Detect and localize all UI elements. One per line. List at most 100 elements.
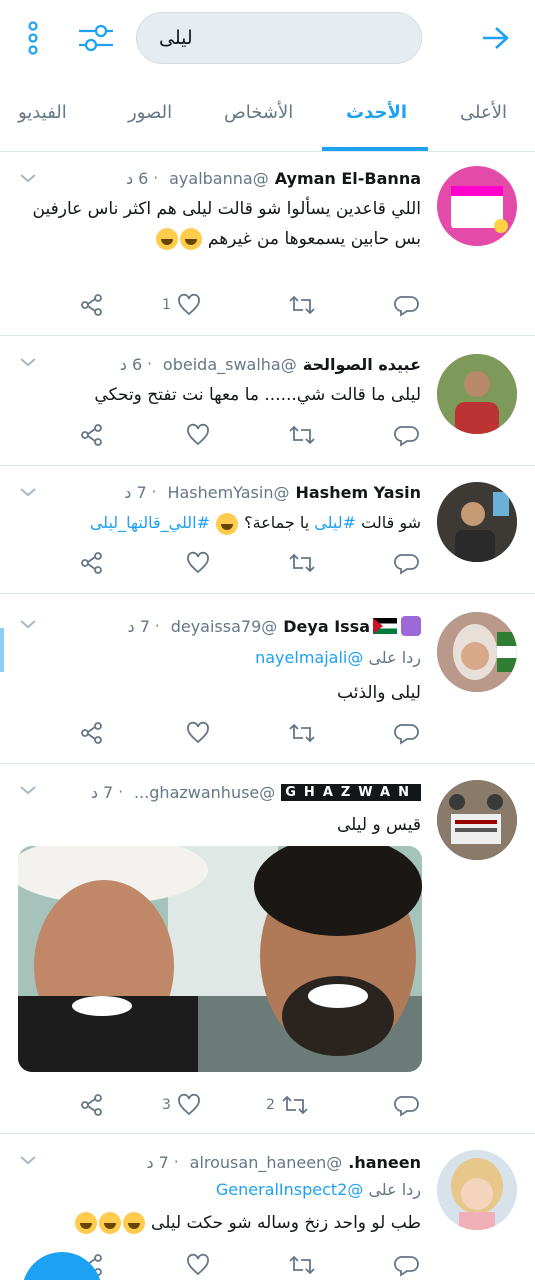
tweet[interactable]: عبيده الصوالحة @obeida_swalha · 6 د ليلى… bbox=[0, 336, 535, 466]
like-button[interactable]: 1 bbox=[162, 290, 201, 320]
top-bar: ليلى bbox=[0, 0, 535, 78]
chevron-down-icon[interactable] bbox=[18, 780, 38, 800]
tweet-header: GHAZWAN @ghazwanhuse... · 7 د bbox=[14, 778, 421, 806]
timestamp: 7 د bbox=[124, 482, 147, 502]
author-handle[interactable]: @obeida_swalha bbox=[163, 355, 297, 374]
tweet[interactable]: Deya Issa @deyaissa79 · 7 د ردا على @nay… bbox=[0, 594, 535, 764]
tab-videos[interactable]: الفيديو bbox=[18, 102, 67, 123]
search-tabs: الأعلى الأحدث الأشخاص الصور الفيديو bbox=[0, 90, 535, 152]
avatar[interactable] bbox=[437, 780, 517, 860]
avatar[interactable] bbox=[437, 166, 517, 246]
like-count: 3 bbox=[162, 1097, 171, 1113]
tweet-actions bbox=[0, 548, 535, 578]
tweet-header: عبيده الصوالحة @obeida_swalha · 6 د bbox=[14, 350, 421, 378]
tweet-header: haneen. @alrousan_haneen · 7 د bbox=[14, 1148, 421, 1176]
author-name[interactable]: Ayman El-Banna bbox=[275, 169, 421, 188]
tweet-text: ليلى والذئب bbox=[337, 683, 421, 703]
laughing-emoji-icon bbox=[179, 228, 202, 250]
retweet-icon[interactable] bbox=[288, 420, 316, 450]
reply-icon[interactable] bbox=[394, 548, 420, 578]
back-arrow-icon[interactable] bbox=[477, 18, 513, 58]
reply-icon[interactable] bbox=[394, 718, 420, 748]
tweet-actions: 1 bbox=[0, 290, 535, 320]
more-options-icon[interactable] bbox=[18, 18, 48, 58]
unread-indicator bbox=[0, 628, 4, 672]
tweet-actions bbox=[0, 718, 535, 748]
author-handle[interactable]: @HashemYasin bbox=[167, 483, 289, 502]
heart-icon bbox=[187, 551, 209, 574]
avatar[interactable] bbox=[437, 1150, 517, 1230]
reply-to-line: ردا على @GeneralInspect2 bbox=[215, 1180, 421, 1199]
chevron-down-icon[interactable] bbox=[18, 482, 38, 502]
retweet-icon[interactable] bbox=[288, 290, 316, 320]
tab-latest[interactable]: الأحدث bbox=[346, 102, 407, 123]
author-name[interactable]: haneen. bbox=[348, 1153, 421, 1172]
laughing-emoji-icon bbox=[216, 512, 239, 535]
retweet-icon bbox=[282, 1095, 308, 1115]
timestamp: 7 د bbox=[146, 1152, 169, 1172]
chevron-down-icon[interactable] bbox=[18, 614, 38, 634]
timestamp: 7 د bbox=[90, 782, 114, 802]
retweet-icon[interactable] bbox=[288, 718, 316, 748]
author-handle[interactable]: @ghazwanhuse... bbox=[134, 783, 275, 802]
retweet-button[interactable]: 2 bbox=[266, 1090, 309, 1120]
search-input[interactable]: ليلى bbox=[136, 12, 422, 64]
separator-dot: · bbox=[118, 783, 123, 801]
tweet-actions bbox=[0, 420, 535, 450]
like-button[interactable]: 3 bbox=[162, 1090, 201, 1120]
author-name[interactable]: Deya Issa bbox=[283, 617, 370, 636]
timestamp: 6 د bbox=[119, 354, 143, 374]
like-button[interactable] bbox=[186, 1250, 210, 1280]
laughing-emoji-icon bbox=[155, 228, 178, 250]
chevron-down-icon[interactable] bbox=[18, 168, 38, 188]
tab-people[interactable]: الأشخاص bbox=[224, 102, 293, 123]
timestamp: 6 د bbox=[125, 168, 149, 188]
retweet-count: 2 bbox=[266, 1097, 275, 1113]
timestamp: 7 د bbox=[127, 616, 150, 636]
tweet[interactable]: Ayman El-Banna @ayalbanna · 6 د اللي قاع… bbox=[0, 152, 535, 336]
tweet-actions: 3 2 bbox=[0, 1090, 535, 1120]
author-name[interactable]: عبيده الصوالحة bbox=[303, 355, 421, 374]
tweet[interactable]: Hashem Yasin @HashemYasin · 7 د شو قالت … bbox=[0, 466, 535, 594]
tab-top[interactable]: الأعلى bbox=[460, 102, 507, 123]
mention-link[interactable]: @GeneralInspect2 bbox=[216, 1180, 364, 1199]
share-icon[interactable] bbox=[80, 548, 104, 578]
chevron-down-icon[interactable] bbox=[18, 1150, 38, 1170]
like-button[interactable] bbox=[186, 548, 210, 578]
tweet-text: ليلى ما قالت شي...... ما معها نت تفتح وت… bbox=[94, 385, 421, 405]
reply-icon[interactable] bbox=[394, 420, 420, 450]
reply-icon[interactable] bbox=[394, 290, 420, 320]
tweet-photo[interactable] bbox=[18, 846, 422, 1072]
tweet-text: شو قالت #ليلى يا جماعة؟ #اللي_قالتها_ليل… bbox=[14, 508, 421, 538]
like-button[interactable] bbox=[186, 420, 210, 450]
avatar[interactable] bbox=[437, 612, 517, 692]
share-icon[interactable] bbox=[80, 290, 104, 320]
chevron-down-icon[interactable] bbox=[18, 352, 38, 372]
retweet-icon[interactable] bbox=[288, 548, 316, 578]
author-handle[interactable]: @alrousan_haneen bbox=[190, 1153, 343, 1172]
heart-icon bbox=[178, 293, 200, 316]
laughing-emoji-icon bbox=[122, 1212, 145, 1234]
like-count: 1 bbox=[162, 297, 171, 313]
hashtag-link[interactable]: #ليلى bbox=[314, 513, 356, 532]
like-button[interactable] bbox=[186, 718, 210, 748]
author-handle[interactable]: @ayalbanna bbox=[169, 169, 269, 188]
hashtag-link[interactable]: #اللي_قالتها_ليلى bbox=[90, 513, 210, 532]
heart-icon bbox=[187, 1253, 209, 1276]
separator-dot: · bbox=[151, 483, 157, 501]
author-name[interactable]: Hashem Yasin bbox=[295, 483, 421, 502]
tweet-text: طب لو واحد زنخ وساله شو حكت ليلى bbox=[14, 1208, 421, 1238]
author-name[interactable]: GHAZWAN bbox=[281, 783, 421, 801]
share-icon[interactable] bbox=[80, 718, 104, 748]
tweet[interactable]: GHAZWAN @ghazwanhuse... · 7 د قيس و ليلى… bbox=[0, 764, 535, 1134]
search-filter-icon[interactable] bbox=[74, 18, 118, 58]
reply-icon[interactable] bbox=[394, 1090, 420, 1120]
retweet-icon[interactable] bbox=[288, 1250, 316, 1280]
share-icon[interactable] bbox=[80, 1090, 104, 1120]
mention-link[interactable]: @nayelmajali bbox=[255, 648, 363, 667]
share-icon[interactable] bbox=[80, 420, 104, 450]
author-handle[interactable]: @deyaissa79 bbox=[171, 617, 278, 636]
reply-icon[interactable] bbox=[394, 1250, 420, 1280]
tab-photos[interactable]: الصور bbox=[128, 102, 172, 123]
heart-icon bbox=[187, 423, 209, 446]
